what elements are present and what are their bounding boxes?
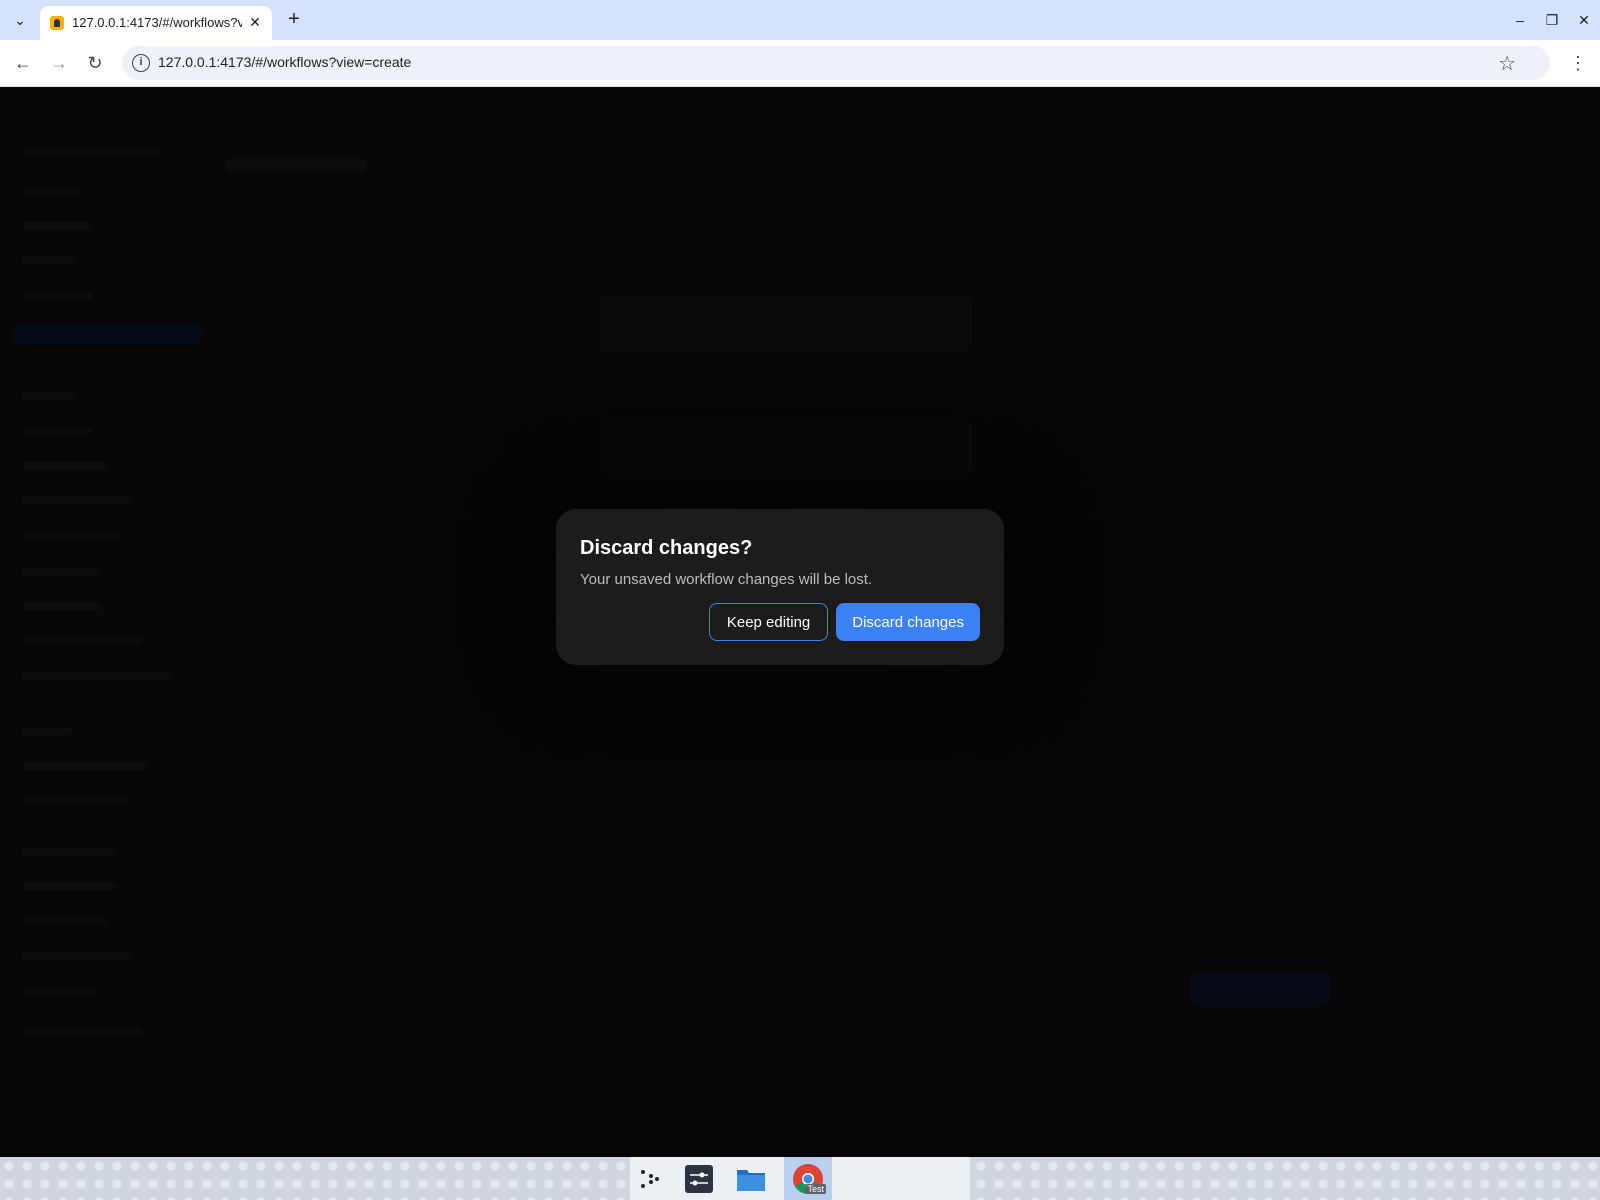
folder-icon <box>737 1170 765 1191</box>
discard-changes-button[interactable]: Discard changes <box>836 603 980 641</box>
dialog-actions: Keep editing Discard changes <box>708 603 980 641</box>
os-taskbar: Test <box>0 1157 1600 1200</box>
app-launcher-icon[interactable] <box>632 1162 666 1196</box>
sliders-icon <box>685 1165 713 1193</box>
address-bar[interactable]: i 127.0.0.1:4173/#/workflows?view=create… <box>122 46 1550 80</box>
window-close-icon[interactable]: ✕ <box>1572 8 1596 32</box>
reload-icon[interactable]: ↻ <box>81 49 109 77</box>
files-app-icon[interactable] <box>734 1162 768 1196</box>
chrome-badge: Test <box>805 1184 826 1194</box>
tab-search-icon[interactable]: ⌄ <box>8 8 32 32</box>
dialog-title: Discard changes? <box>580 537 753 559</box>
keep-editing-button[interactable]: Keep editing <box>708 603 829 641</box>
tab-close-icon[interactable]: ✕ <box>246 13 264 31</box>
site-info-icon[interactable]: i <box>132 54 150 72</box>
new-tab-button[interactable]: + <box>282 8 306 32</box>
taskbar-dock: Test <box>630 1157 970 1200</box>
minimize-icon[interactable]: – <box>1508 8 1532 32</box>
url-text[interactable]: 127.0.0.1:4173/#/workflows?view=create <box>158 54 411 70</box>
browser-toolbar: ← → ↻ i 127.0.0.1:4173/#/workflows?view=… <box>0 40 1600 87</box>
browser-menu-icon[interactable]: ⋮ <box>1564 49 1592 77</box>
chrome-app-icon[interactable]: Test <box>784 1157 832 1200</box>
browser-tabstrip: ⌄ 127.0.0.1:4173/#/workflows?view=create… <box>0 0 1600 40</box>
tab-title: 127.0.0.1:4173/#/workflows?view=create <box>72 15 242 30</box>
favicon-icon <box>50 16 64 30</box>
restore-icon[interactable]: ❐ <box>1540 8 1564 32</box>
dialog-message: Your unsaved workflow changes will be lo… <box>580 571 873 588</box>
discard-changes-dialog: Discard changes? Your unsaved workflow c… <box>556 509 1004 665</box>
launcher-dots-icon <box>641 1170 659 1188</box>
back-icon[interactable]: ← <box>9 49 37 77</box>
browser-tab[interactable]: 127.0.0.1:4173/#/workflows?view=create ✕ <box>40 6 272 40</box>
settings-app-icon[interactable] <box>682 1162 716 1196</box>
bookmark-star-icon[interactable]: ☆ <box>1498 51 1516 76</box>
forward-icon[interactable]: → <box>45 49 73 77</box>
